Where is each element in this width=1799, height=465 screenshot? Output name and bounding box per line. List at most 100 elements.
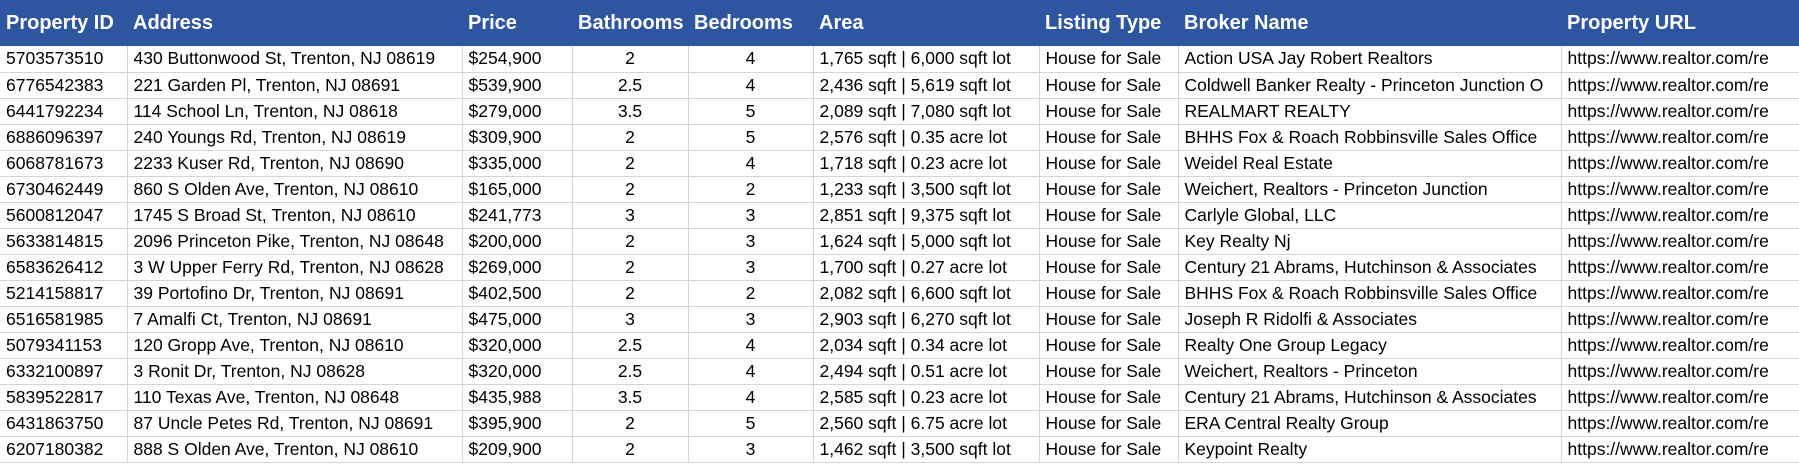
- area-cell[interactable]: 2,560 sqft | 6.75 acre lot: [813, 410, 1040, 437]
- header-listing-type[interactable]: Listing Type: [1039, 0, 1178, 46]
- header-bedrooms[interactable]: Bedrooms: [688, 0, 813, 46]
- bathrooms-cell[interactable]: 3.5: [572, 98, 689, 125]
- bedrooms-cell[interactable]: 3: [688, 202, 814, 229]
- property-url-cell[interactable]: https://www.realtor.com/re: [1561, 176, 1799, 203]
- address-cell[interactable]: 860 S Olden Ave, Trenton, NJ 08610: [127, 176, 463, 203]
- broker-name-cell[interactable]: Key Realty Nj: [1178, 228, 1562, 255]
- broker-name-cell[interactable]: Weichert, Realtors - Princeton Junction: [1178, 176, 1562, 203]
- bathrooms-cell[interactable]: 2.5: [572, 72, 689, 99]
- header-broker-name[interactable]: Broker Name: [1178, 0, 1561, 46]
- property-url-cell[interactable]: https://www.realtor.com/re: [1561, 150, 1799, 177]
- property-id-cell[interactable]: 6332100897: [0, 358, 128, 385]
- property-url-cell[interactable]: https://www.realtor.com/re: [1561, 202, 1799, 229]
- area-cell[interactable]: 2,436 sqft | 5,619 sqft lot: [813, 72, 1040, 99]
- price-cell[interactable]: $279,000: [462, 98, 573, 125]
- property-id-cell[interactable]: 6776542383: [0, 72, 128, 99]
- listing-type-cell[interactable]: House for Sale: [1039, 176, 1179, 203]
- property-url-cell[interactable]: https://www.realtor.com/re: [1561, 98, 1799, 125]
- listing-type-cell[interactable]: House for Sale: [1039, 46, 1179, 73]
- listing-type-cell[interactable]: House for Sale: [1039, 72, 1179, 99]
- broker-name-cell[interactable]: Coldwell Banker Realty - Princeton Junct…: [1178, 72, 1562, 99]
- bedrooms-cell[interactable]: 3: [688, 254, 814, 281]
- bathrooms-cell[interactable]: 2: [572, 280, 689, 307]
- property-url-cell[interactable]: https://www.realtor.com/re: [1561, 124, 1799, 151]
- broker-name-cell[interactable]: Century 21 Abrams, Hutchinson & Associat…: [1178, 384, 1562, 411]
- address-cell[interactable]: 3 W Upper Ferry Rd, Trenton, NJ 08628: [127, 254, 463, 281]
- property-id-cell[interactable]: 5600812047: [0, 202, 128, 229]
- property-id-cell[interactable]: 6431863750: [0, 410, 128, 437]
- area-cell[interactable]: 2,082 sqft | 6,600 sqft lot: [813, 280, 1040, 307]
- broker-name-cell[interactable]: Keypoint Realty: [1178, 436, 1562, 463]
- listing-type-cell[interactable]: House for Sale: [1039, 384, 1179, 411]
- price-cell[interactable]: $165,000: [462, 176, 573, 203]
- header-bathrooms[interactable]: Bathrooms: [572, 0, 688, 46]
- bedrooms-cell[interactable]: 4: [688, 46, 814, 73]
- area-cell[interactable]: 2,903 sqft | 6,270 sqft lot: [813, 306, 1040, 333]
- bedrooms-cell[interactable]: 3: [688, 228, 814, 255]
- price-cell[interactable]: $435,988: [462, 384, 573, 411]
- listing-type-cell[interactable]: House for Sale: [1039, 280, 1179, 307]
- address-cell[interactable]: 110 Texas Ave, Trenton, NJ 08648: [127, 384, 463, 411]
- property-id-cell[interactable]: 6207180382: [0, 436, 128, 463]
- bathrooms-cell[interactable]: 2: [572, 176, 689, 203]
- area-cell[interactable]: 2,034 sqft | 0.34 acre lot: [813, 332, 1040, 359]
- property-id-cell[interactable]: 5079341153: [0, 332, 128, 359]
- listing-type-cell[interactable]: House for Sale: [1039, 410, 1179, 437]
- property-id-cell[interactable]: 5703573510: [0, 46, 128, 73]
- property-id-cell[interactable]: 6441792234: [0, 98, 128, 125]
- property-url-cell[interactable]: https://www.realtor.com/re: [1561, 358, 1799, 385]
- price-cell[interactable]: $539,900: [462, 72, 573, 99]
- bathrooms-cell[interactable]: 2.5: [572, 358, 689, 385]
- property-url-cell[interactable]: https://www.realtor.com/re: [1561, 228, 1799, 255]
- area-cell[interactable]: 1,700 sqft | 0.27 acre lot: [813, 254, 1040, 281]
- property-id-cell[interactable]: 5839522817: [0, 384, 128, 411]
- area-cell[interactable]: 1,233 sqft | 3,500 sqft lot: [813, 176, 1040, 203]
- property-id-cell[interactable]: 6730462449: [0, 176, 128, 203]
- broker-name-cell[interactable]: BHHS Fox & Roach Robbinsville Sales Offi…: [1178, 124, 1562, 151]
- bathrooms-cell[interactable]: 2.5: [572, 332, 689, 359]
- property-id-cell[interactable]: 6516581985: [0, 306, 128, 333]
- bedrooms-cell[interactable]: 5: [688, 410, 814, 437]
- listing-type-cell[interactable]: House for Sale: [1039, 150, 1179, 177]
- price-cell[interactable]: $320,000: [462, 358, 573, 385]
- address-cell[interactable]: 240 Youngs Rd, Trenton, NJ 08619: [127, 124, 463, 151]
- bathrooms-cell[interactable]: 2: [572, 436, 689, 463]
- address-cell[interactable]: 87 Uncle Petes Rd, Trenton, NJ 08691: [127, 410, 463, 437]
- address-cell[interactable]: 114 School Ln, Trenton, NJ 08618: [127, 98, 463, 125]
- listing-type-cell[interactable]: House for Sale: [1039, 202, 1179, 229]
- address-cell[interactable]: 1745 S Broad St, Trenton, NJ 08610: [127, 202, 463, 229]
- listing-type-cell[interactable]: House for Sale: [1039, 124, 1179, 151]
- address-cell[interactable]: 888 S Olden Ave, Trenton, NJ 08610: [127, 436, 463, 463]
- property-url-cell[interactable]: https://www.realtor.com/re: [1561, 280, 1799, 307]
- header-area[interactable]: Area: [813, 0, 1039, 46]
- bedrooms-cell[interactable]: 3: [688, 306, 814, 333]
- property-id-cell[interactable]: 5214158817: [0, 280, 128, 307]
- bedrooms-cell[interactable]: 5: [688, 98, 814, 125]
- price-cell[interactable]: $269,000: [462, 254, 573, 281]
- bathrooms-cell[interactable]: 3: [572, 202, 689, 229]
- property-url-cell[interactable]: https://www.realtor.com/re: [1561, 332, 1799, 359]
- broker-name-cell[interactable]: REALMART REALTY: [1178, 98, 1562, 125]
- property-url-cell[interactable]: https://www.realtor.com/re: [1561, 306, 1799, 333]
- price-cell[interactable]: $254,900: [462, 46, 573, 73]
- header-address[interactable]: Address: [127, 0, 462, 46]
- broker-name-cell[interactable]: Century 21 Abrams, Hutchinson & Associat…: [1178, 254, 1562, 281]
- property-url-cell[interactable]: https://www.realtor.com/re: [1561, 46, 1799, 73]
- address-cell[interactable]: 221 Garden Pl, Trenton, NJ 08691: [127, 72, 463, 99]
- price-cell[interactable]: $200,000: [462, 228, 573, 255]
- broker-name-cell[interactable]: Realty One Group Legacy: [1178, 332, 1562, 359]
- bathrooms-cell[interactable]: 2: [572, 228, 689, 255]
- property-id-cell[interactable]: 6886096397: [0, 124, 128, 151]
- listing-type-cell[interactable]: House for Sale: [1039, 306, 1179, 333]
- address-cell[interactable]: 39 Portofino Dr, Trenton, NJ 08691: [127, 280, 463, 307]
- address-cell[interactable]: 3 Ronit Dr, Trenton, NJ 08628: [127, 358, 463, 385]
- header-property-url[interactable]: Property URL: [1561, 0, 1799, 46]
- price-cell[interactable]: $309,900: [462, 124, 573, 151]
- bedrooms-cell[interactable]: 4: [688, 332, 814, 359]
- area-cell[interactable]: 1,765 sqft | 6,000 sqft lot: [813, 46, 1040, 73]
- property-id-cell[interactable]: 6583626412: [0, 254, 128, 281]
- price-cell[interactable]: $241,773: [462, 202, 573, 229]
- bedrooms-cell[interactable]: 4: [688, 384, 814, 411]
- property-url-cell[interactable]: https://www.realtor.com/re: [1561, 410, 1799, 437]
- price-cell[interactable]: $395,900: [462, 410, 573, 437]
